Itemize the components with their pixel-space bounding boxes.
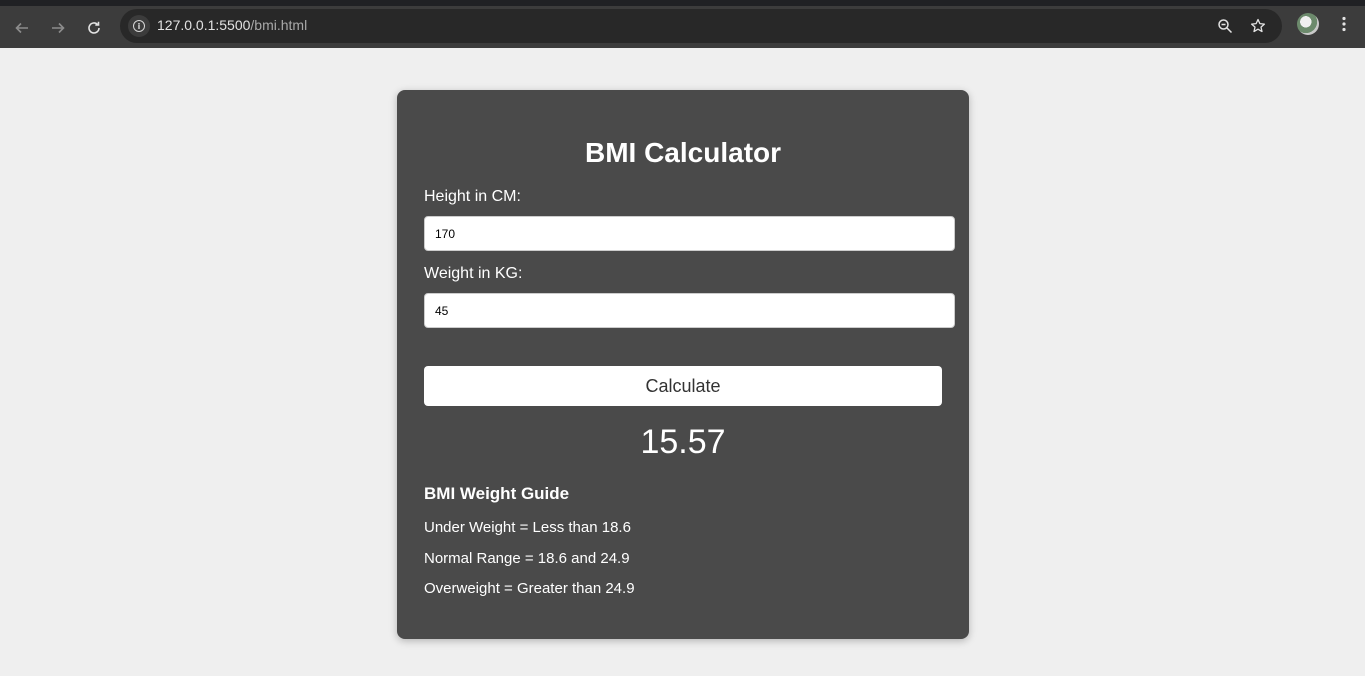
address-bar[interactable]: i 127.0.0.1:5500/bmi.html	[120, 9, 1282, 43]
url-text[interactable]: 127.0.0.1:5500/bmi.html	[157, 17, 307, 33]
reload-icon	[88, 21, 100, 34]
star-icon	[1250, 18, 1266, 33]
zoom-button[interactable]	[1213, 14, 1237, 38]
url-path: /bmi.html	[250, 17, 308, 33]
height-label: Height in CM:	[424, 188, 521, 205]
forward-button[interactable]	[43, 13, 73, 43]
weight-label: Weight in KG:	[424, 265, 523, 282]
back-icon	[15, 22, 28, 34]
url-host: 127.0.0.1:5500	[157, 17, 251, 33]
bookmark-button[interactable]	[1246, 14, 1270, 38]
bmi-card: BMI Calculator Height in CM: Weight in K…	[397, 90, 969, 639]
bmi-result: 15.57	[640, 423, 726, 461]
guide-title: BMI Weight Guide	[424, 484, 570, 503]
profile-avatar[interactable]	[1297, 13, 1319, 35]
back-button[interactable]	[7, 13, 37, 43]
site-info-button[interactable]: i	[128, 15, 150, 37]
calculate-button[interactable]: Calculate	[424, 366, 942, 406]
menu-icon	[1342, 16, 1346, 32]
weight-input[interactable]	[424, 293, 955, 328]
browser-toolbar: i 127.0.0.1:5500/bmi.html	[0, 0, 1365, 48]
info-icon: i	[133, 20, 145, 32]
page-title: BMI Calculator	[584, 137, 782, 168]
guide-line-overweight: Overweight = Greater than 24.9	[424, 580, 635, 597]
guide-line-underweight: Under Weight = Less than 18.6	[424, 519, 631, 536]
browser-menu-button[interactable]	[1334, 12, 1354, 36]
height-input[interactable]	[424, 216, 955, 251]
forward-icon	[52, 22, 65, 34]
zoom-icon	[1218, 19, 1233, 34]
reload-button[interactable]	[79, 13, 109, 43]
guide-line-normal: Normal Range = 18.6 and 24.9	[424, 550, 630, 567]
